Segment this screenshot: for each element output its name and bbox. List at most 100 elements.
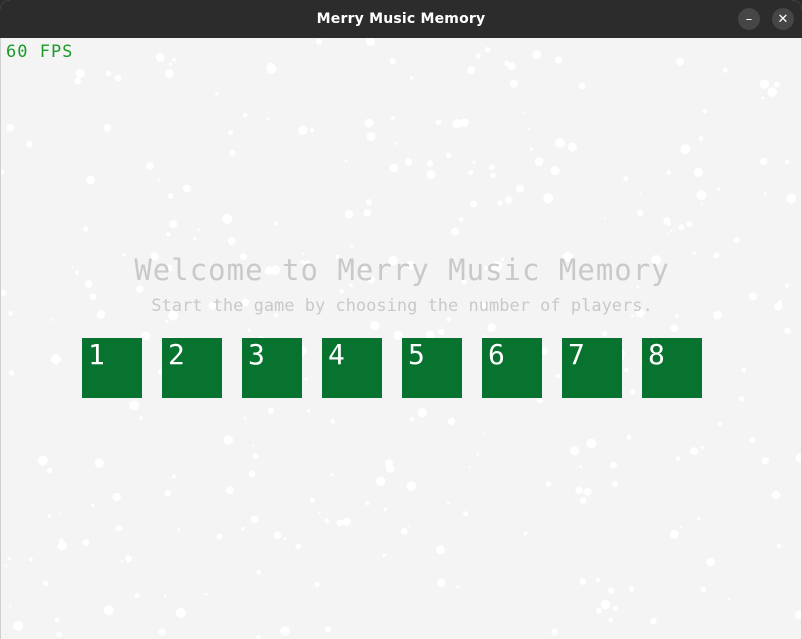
snowflake xyxy=(767,87,778,97)
snowflake xyxy=(680,144,691,154)
player-count-button-7[interactable]: 7 xyxy=(562,338,622,398)
snowflake xyxy=(273,531,282,540)
snowflake xyxy=(283,537,287,541)
snowflake xyxy=(103,124,112,132)
snowflake xyxy=(763,192,767,196)
snowflake xyxy=(250,515,259,524)
snowflake xyxy=(435,545,445,555)
player-count-button-2[interactable]: 2 xyxy=(162,338,222,398)
close-button[interactable]: ✕ xyxy=(772,8,794,30)
snowflake xyxy=(497,200,503,206)
snowflake xyxy=(670,229,673,232)
game-canvas[interactable]: 60 FPS Welcome to Merry Music Memory Sta… xyxy=(0,38,802,639)
snowflake xyxy=(600,599,611,610)
snowflake xyxy=(134,592,140,599)
snowflake xyxy=(680,525,683,529)
player-count-button-6[interactable]: 6 xyxy=(482,338,542,398)
snowflake xyxy=(604,217,607,220)
snowflake xyxy=(551,628,559,636)
snowflake xyxy=(385,459,393,468)
snowflake xyxy=(739,396,745,402)
snowflake xyxy=(722,67,728,73)
snowflake xyxy=(26,141,33,148)
snowflake xyxy=(82,226,89,232)
snowflake xyxy=(243,112,248,118)
snowflake xyxy=(383,507,388,512)
player-count-button-5[interactable]: 5 xyxy=(402,338,462,398)
snowflake xyxy=(75,68,85,78)
snowflake xyxy=(447,417,456,426)
snowflake xyxy=(365,199,372,206)
snowflake xyxy=(409,76,414,80)
snowflake xyxy=(344,210,354,219)
snowflake xyxy=(138,416,143,420)
snowflake xyxy=(164,69,174,78)
snowflake xyxy=(325,626,332,633)
snowflake xyxy=(310,128,314,133)
snowflake xyxy=(698,136,704,141)
snowflake xyxy=(365,501,370,506)
snowflake xyxy=(702,108,708,114)
snowflake xyxy=(639,192,642,195)
snowflake xyxy=(29,557,33,562)
snowflake xyxy=(163,595,167,598)
snowflake xyxy=(675,456,681,461)
snowflake xyxy=(182,184,191,193)
snowflake xyxy=(409,417,415,422)
snowflake xyxy=(54,617,60,623)
snowflake xyxy=(115,525,123,532)
snowflake xyxy=(795,610,801,620)
snowflake xyxy=(459,217,464,222)
snowflake xyxy=(650,617,657,625)
snowflake xyxy=(228,130,234,136)
player-count-button-1[interactable]: 1 xyxy=(82,338,142,398)
snowflake xyxy=(545,481,552,487)
snowflake xyxy=(476,453,480,456)
snowflake xyxy=(336,519,344,527)
snowflake xyxy=(227,237,236,246)
snowflake xyxy=(527,127,531,131)
player-count-button-8[interactable]: 8 xyxy=(642,338,702,398)
snowflake xyxy=(583,487,592,496)
snowflake xyxy=(266,63,277,74)
minimize-button[interactable]: – xyxy=(738,8,760,30)
snowflake xyxy=(463,511,469,517)
snowflake xyxy=(167,193,174,199)
snowflake xyxy=(596,607,602,614)
snowflake xyxy=(114,74,122,82)
snowflake xyxy=(165,319,169,323)
snowflake xyxy=(446,501,450,505)
snowflake xyxy=(47,514,52,518)
snowflake xyxy=(13,621,24,631)
snowflake xyxy=(575,486,583,494)
snowflake xyxy=(216,533,223,540)
snowflake xyxy=(389,58,396,65)
snowflake xyxy=(693,167,703,177)
snowflake xyxy=(74,77,82,85)
title-bar[interactable]: Merry Music Memory – ✕ xyxy=(0,0,802,38)
snowflake xyxy=(696,190,707,201)
snowflake xyxy=(171,57,176,62)
snowflake xyxy=(523,531,528,536)
snowflake xyxy=(90,503,95,508)
snowflake xyxy=(776,543,781,548)
player-count-button-4[interactable]: 4 xyxy=(322,338,382,398)
snowflake xyxy=(666,232,669,235)
snowflake xyxy=(761,457,770,465)
player-count-button-3[interactable]: 3 xyxy=(242,338,302,398)
snowflake xyxy=(741,367,747,373)
snowflake xyxy=(586,438,597,449)
snowflake xyxy=(247,328,251,332)
snowflake xyxy=(417,408,427,418)
snowflake xyxy=(256,570,262,575)
snowflake xyxy=(38,455,48,466)
snowflake xyxy=(543,193,554,204)
welcome-subtitle: Start the game by choosing the number of… xyxy=(151,296,653,316)
snowflake xyxy=(103,605,114,616)
close-icon: ✕ xyxy=(777,11,789,27)
snowflake xyxy=(229,149,236,156)
snowflake xyxy=(408,525,411,528)
snowflake xyxy=(686,221,693,228)
snowflake xyxy=(120,559,124,563)
snowflake xyxy=(125,555,132,563)
